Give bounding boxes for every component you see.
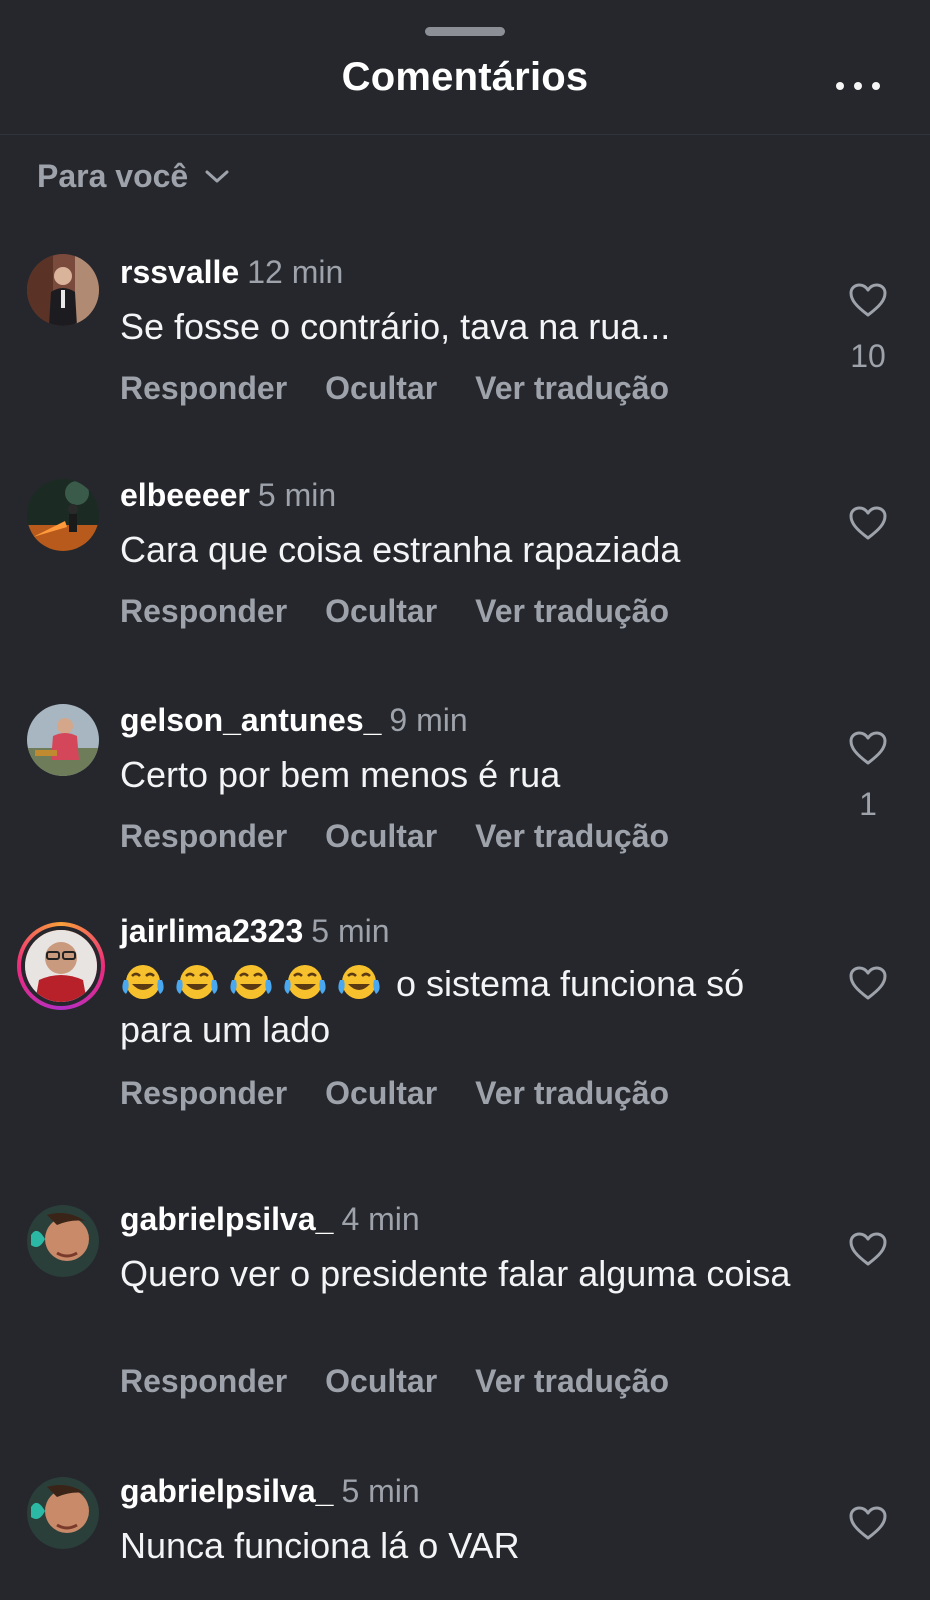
translate-button[interactable]: Ver tradução bbox=[475, 1075, 669, 1112]
like-count: 1 bbox=[859, 786, 877, 822]
face-with-tears-of-joy-icon bbox=[338, 965, 380, 999]
avatar[interactable] bbox=[27, 254, 99, 326]
avatar-photo-gelson bbox=[27, 704, 99, 776]
comment-text: Nunca funciona lá o VAR bbox=[120, 1525, 520, 1566]
like-count: 10 bbox=[850, 338, 886, 374]
reply-button[interactable]: Responder bbox=[120, 1363, 287, 1400]
avatar[interactable] bbox=[27, 1205, 99, 1277]
face-with-tears-of-joy-icon bbox=[230, 965, 272, 999]
avatar-photo-rssvalle bbox=[27, 254, 99, 326]
translate-button[interactable]: Ver tradução bbox=[475, 818, 669, 855]
comment-text-block: 😂😂😂😂😂 o sistema funciona só para um lado bbox=[120, 961, 820, 1053]
comment-header-line: rssvalle 12 min bbox=[120, 254, 343, 291]
comment-actions: Responder Ocultar Ver tradução bbox=[120, 593, 669, 630]
comment-header-line: gabrielpsilva_ 4 min bbox=[120, 1201, 420, 1238]
avatar-photo-elbeeeer bbox=[27, 479, 99, 551]
avatar[interactable] bbox=[27, 704, 99, 776]
hide-button[interactable]: Ocultar bbox=[325, 818, 437, 855]
heart-icon[interactable] bbox=[848, 282, 888, 318]
dot bbox=[836, 82, 844, 90]
avatar-photo-gabrielpsilva bbox=[27, 1205, 99, 1277]
comment-time: 9 min bbox=[389, 702, 468, 738]
comment-header-line: jairlima2323 5 min bbox=[120, 913, 390, 950]
avatar-photo-jairlima bbox=[25, 930, 97, 1002]
comment-text: Se fosse o contrário, tava na rua... bbox=[120, 306, 671, 347]
comment-username[interactable]: gabrielpsilva_ bbox=[120, 1473, 333, 1509]
face-with-tears-of-joy-icon bbox=[176, 965, 218, 999]
sort-filter-label: Para você bbox=[37, 158, 189, 194]
heart-icon[interactable] bbox=[848, 505, 888, 541]
dot bbox=[854, 82, 862, 90]
comment-actions: Responder Ocultar Ver tradução bbox=[120, 818, 669, 855]
comment-username[interactable]: elbeeeer bbox=[120, 477, 250, 513]
heart-icon[interactable] bbox=[848, 730, 888, 766]
comment-username[interactable]: gabrielpsilva_ bbox=[120, 1201, 333, 1237]
avatar-photo-gabrielpsilva bbox=[27, 1477, 99, 1549]
reply-button[interactable]: Responder bbox=[120, 593, 287, 630]
hide-button[interactable]: Ocultar bbox=[325, 1075, 437, 1112]
comments-header: Comentários bbox=[0, 0, 930, 135]
more-options-icon[interactable] bbox=[836, 66, 880, 106]
heart-icon[interactable] bbox=[848, 1505, 888, 1541]
comment-text: Cara que coisa estranha rapaziada bbox=[120, 529, 681, 570]
comment-header-line: gabrielpsilva_ 5 min bbox=[120, 1473, 420, 1510]
comment-text: Quero ver o presidente falar alguma cois… bbox=[120, 1253, 791, 1294]
comment-time: 5 min bbox=[311, 913, 390, 949]
avatar[interactable] bbox=[27, 479, 99, 551]
avatar-with-story-ring[interactable] bbox=[17, 922, 105, 1010]
page-title: Comentários bbox=[341, 55, 589, 99]
chevron-down-icon bbox=[205, 170, 229, 182]
comment-username[interactable]: gelson_antunes_ bbox=[120, 702, 381, 738]
comment-actions: Responder Ocultar Ver tradução bbox=[120, 370, 669, 407]
translate-button[interactable]: Ver tradução bbox=[475, 370, 669, 407]
translate-button[interactable]: Ver tradução bbox=[475, 1363, 669, 1400]
avatar[interactable] bbox=[27, 1477, 99, 1549]
comment-actions: Responder Ocultar Ver tradução bbox=[120, 1075, 669, 1112]
avatar bbox=[21, 926, 101, 1006]
hide-button[interactable]: Ocultar bbox=[325, 370, 437, 407]
heart-icon[interactable] bbox=[848, 1231, 888, 1267]
comment-header-line: gelson_antunes_ 9 min bbox=[120, 702, 468, 739]
translate-button[interactable]: Ver tradução bbox=[475, 593, 669, 630]
hide-button[interactable]: Ocultar bbox=[325, 1363, 437, 1400]
comment-time: 12 min bbox=[247, 254, 344, 290]
dot bbox=[872, 82, 880, 90]
comment-time: 4 min bbox=[341, 1201, 420, 1237]
hide-button[interactable]: Ocultar bbox=[325, 593, 437, 630]
comment-actions: Responder Ocultar Ver tradução bbox=[120, 1363, 669, 1400]
heart-icon[interactable] bbox=[848, 965, 888, 1001]
comment-username[interactable]: rssvalle bbox=[120, 254, 239, 290]
face-with-tears-of-joy-icon bbox=[284, 965, 326, 999]
comment-text: Certo por bem menos é rua bbox=[120, 754, 561, 795]
reply-button[interactable]: Responder bbox=[120, 370, 287, 407]
comment-time: 5 min bbox=[341, 1473, 420, 1509]
comments-sheet: Comentários Para você rssvalle 12 min Se… bbox=[0, 0, 930, 1600]
comment-header-line: elbeeeer 5 min bbox=[120, 477, 336, 514]
reply-button[interactable]: Responder bbox=[120, 818, 287, 855]
comment-time: 5 min bbox=[257, 477, 337, 513]
sort-filter-dropdown[interactable]: Para você bbox=[37, 158, 230, 195]
reply-button[interactable]: Responder bbox=[120, 1075, 287, 1112]
comment-username[interactable]: jairlima2323 bbox=[120, 913, 303, 949]
drag-handle[interactable] bbox=[425, 27, 505, 36]
face-with-tears-of-joy-icon bbox=[122, 965, 164, 999]
